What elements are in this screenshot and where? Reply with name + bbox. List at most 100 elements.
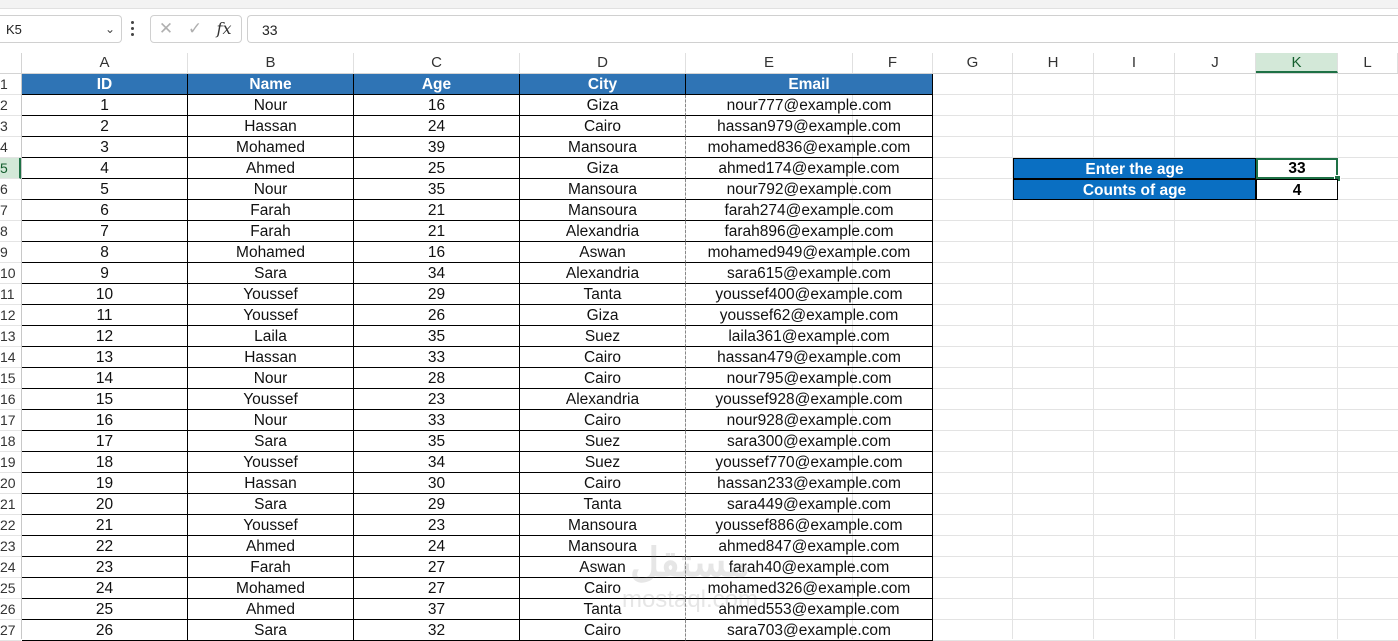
table-cell-name[interactable]: Farah	[188, 557, 354, 578]
row-header-8[interactable]: 8	[0, 221, 21, 242]
name-box[interactable]: K5 ⌄	[0, 15, 122, 43]
table-cell-name[interactable]: Hassan	[188, 473, 354, 494]
table-cell-name[interactable]: Youssef	[188, 452, 354, 473]
row-header-1[interactable]: 1	[0, 74, 21, 95]
column-header-j[interactable]: J	[1175, 53, 1256, 73]
table-cell-name[interactable]: Hassan	[188, 347, 354, 368]
table-cell-id[interactable]: 4	[22, 158, 188, 179]
table-cell-city[interactable]: Cairo	[520, 347, 686, 368]
row-header-12[interactable]: 12	[0, 305, 21, 326]
table-cell-age[interactable]: 16	[354, 242, 520, 263]
table-cell-id[interactable]: 3	[22, 137, 188, 158]
column-header-h[interactable]: H	[1013, 53, 1094, 73]
table-cell-age[interactable]: 34	[354, 263, 520, 284]
table-cell-email[interactable]: youssef928@example.com	[686, 389, 933, 410]
table-cell-name[interactable]: Nour	[188, 179, 354, 200]
table-cell-id[interactable]: 14	[22, 368, 188, 389]
table-cell-city[interactable]: Cairo	[520, 578, 686, 599]
table-cell-name[interactable]: Ahmed	[188, 536, 354, 557]
row-header-21[interactable]: 21	[0, 494, 21, 515]
table-cell-age[interactable]: 21	[354, 200, 520, 221]
row-header-11[interactable]: 11	[0, 284, 21, 305]
table-cell-name[interactable]: Mohamed	[188, 242, 354, 263]
row-header-13[interactable]: 13	[0, 326, 21, 347]
table-cell-age[interactable]: 26	[354, 305, 520, 326]
table-cell-name[interactable]: Sara	[188, 620, 354, 641]
table-cell-email[interactable]: mohamed836@example.com	[686, 137, 933, 158]
table-cell-email[interactable]: youssef62@example.com	[686, 305, 933, 326]
table-cell-name[interactable]: Nour	[188, 95, 354, 116]
table-cell-age[interactable]: 37	[354, 599, 520, 620]
table-cell-age[interactable]: 23	[354, 515, 520, 536]
table-cell-city[interactable]: Cairo	[520, 116, 686, 137]
table-cell-id[interactable]: 15	[22, 389, 188, 410]
table-cell-city[interactable]: Giza	[520, 158, 686, 179]
table-cell-name[interactable]: Youssef	[188, 389, 354, 410]
table-cell-city[interactable]: Giza	[520, 305, 686, 326]
row-header-9[interactable]: 9	[0, 242, 21, 263]
table-cell-age[interactable]: 24	[354, 536, 520, 557]
table-cell-id[interactable]: 13	[22, 347, 188, 368]
more-options-icon[interactable]	[131, 21, 135, 37]
table-cell-email[interactable]: mohamed326@example.com	[686, 578, 933, 599]
table-cell-email[interactable]: sara300@example.com	[686, 431, 933, 452]
table-cell-name[interactable]: Sara	[188, 494, 354, 515]
table-header-name[interactable]: Name	[188, 74, 354, 95]
table-cell-email[interactable]: sara449@example.com	[686, 494, 933, 515]
table-cell-name[interactable]: Sara	[188, 263, 354, 284]
table-cell-name[interactable]: Mohamed	[188, 578, 354, 599]
insert-function-icon[interactable]: fx	[213, 19, 235, 39]
row-header-7[interactable]: 7	[0, 200, 21, 221]
table-cell-age[interactable]: 29	[354, 494, 520, 515]
table-cell-age[interactable]: 21	[354, 221, 520, 242]
row-header-14[interactable]: 14	[0, 347, 21, 368]
row-header-10[interactable]: 10	[0, 263, 21, 284]
table-cell-name[interactable]: Laila	[188, 326, 354, 347]
table-cell-name[interactable]: Ahmed	[188, 599, 354, 620]
table-cell-email[interactable]: nour928@example.com	[686, 410, 933, 431]
row-header-3[interactable]: 3	[0, 116, 21, 137]
table-cell-id[interactable]: 23	[22, 557, 188, 578]
table-cell-age[interactable]: 28	[354, 368, 520, 389]
row-header-20[interactable]: 20	[0, 473, 21, 494]
row-header-17[interactable]: 17	[0, 410, 21, 431]
table-cell-name[interactable]: Youssef	[188, 515, 354, 536]
table-cell-name[interactable]: Ahmed	[188, 158, 354, 179]
column-header-b[interactable]: B	[188, 53, 354, 73]
table-cell-id[interactable]: 12	[22, 326, 188, 347]
check-icon[interactable]: ✓	[184, 19, 206, 39]
table-cell-age[interactable]: 27	[354, 578, 520, 599]
table-cell-id[interactable]: 16	[22, 410, 188, 431]
table-cell-email[interactable]: hassan233@example.com	[686, 473, 933, 494]
table-cell-age[interactable]: 27	[354, 557, 520, 578]
table-cell-name[interactable]: Sara	[188, 431, 354, 452]
table-cell-city[interactable]: Aswan	[520, 557, 686, 578]
table-cell-email[interactable]: hassan979@example.com	[686, 116, 933, 137]
table-cell-name[interactable]: Nour	[188, 368, 354, 389]
table-cell-age[interactable]: 35	[354, 326, 520, 347]
row-header-4[interactable]: 4	[0, 137, 21, 158]
row-header-23[interactable]: 23	[0, 536, 21, 557]
table-cell-age[interactable]: 16	[354, 95, 520, 116]
column-header-g[interactable]: G	[933, 53, 1013, 73]
table-cell-id[interactable]: 20	[22, 494, 188, 515]
table-cell-city[interactable]: Alexandria	[520, 389, 686, 410]
table-cell-id[interactable]: 24	[22, 578, 188, 599]
table-cell-id[interactable]: 25	[22, 599, 188, 620]
table-cell-id[interactable]: 9	[22, 263, 188, 284]
table-cell-city[interactable]: Cairo	[520, 368, 686, 389]
table-cell-city[interactable]: Mansoura	[520, 200, 686, 221]
table-cell-city[interactable]: Tanta	[520, 494, 686, 515]
table-cell-age[interactable]: 29	[354, 284, 520, 305]
table-cell-id[interactable]: 2	[22, 116, 188, 137]
chevron-down-icon[interactable]: ⌄	[105, 22, 115, 36]
table-cell-id[interactable]: 7	[22, 221, 188, 242]
table-cell-id[interactable]: 19	[22, 473, 188, 494]
table-cell-age[interactable]: 35	[354, 431, 520, 452]
table-cell-city[interactable]: Alexandria	[520, 221, 686, 242]
column-header-c[interactable]: C	[354, 53, 520, 73]
table-cell-city[interactable]: Aswan	[520, 242, 686, 263]
table-cell-id[interactable]: 18	[22, 452, 188, 473]
table-header-age[interactable]: Age	[354, 74, 520, 95]
table-cell-email[interactable]: hassan479@example.com	[686, 347, 933, 368]
